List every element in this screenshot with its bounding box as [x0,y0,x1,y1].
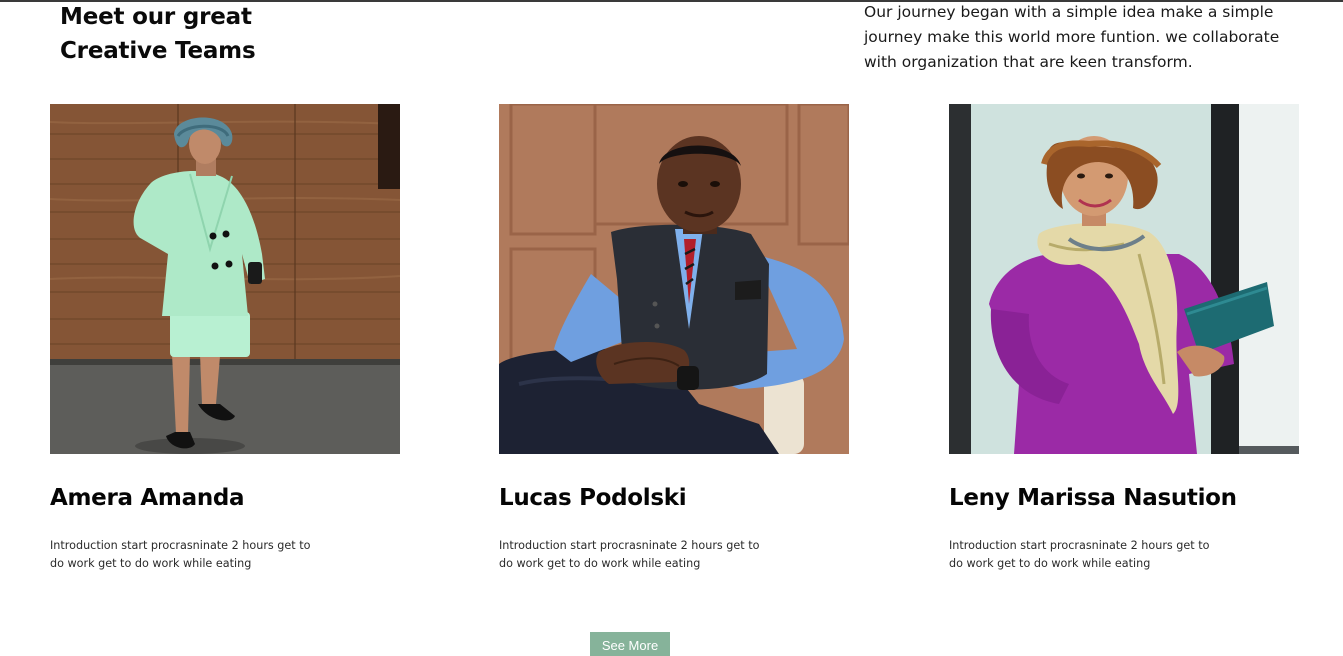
team-member-description: Introduction start procrasninate 2 hours… [50,539,311,570]
team-member-name: Lucas Podolski [499,485,687,511]
team-section: Meet our great Creative Teams Our journey… [0,0,1343,656]
section-heading: Meet our great Creative Teams [60,0,320,68]
team-member-description: Introduction start procrasninate 2 hours… [949,539,1210,570]
team-member-name: Leny Marissa Nasution [949,485,1237,511]
team-photo-lucas [499,104,849,454]
see-more-button[interactable]: See More [590,632,670,656]
team-member-name: Amera Amanda [50,485,245,511]
team-photo-leny [949,104,1299,454]
team-member-description: Introduction start procrasninate 2 hours… [499,539,760,570]
heading-line-2: Creative Teams [60,38,256,64]
team-photo-amera [50,104,400,454]
team-card-lucas: Lucas Podolski Introduction start procra… [499,104,849,570]
section-intro: Our journey began with a simple idea mak… [864,3,1280,71]
heading-line-1: Meet our great [60,4,252,30]
team-card-amera: Amera Amanda Introduction start procrasn… [50,104,400,570]
team-card-leny: Leny Marissa Nasution Introduction start… [949,104,1299,570]
